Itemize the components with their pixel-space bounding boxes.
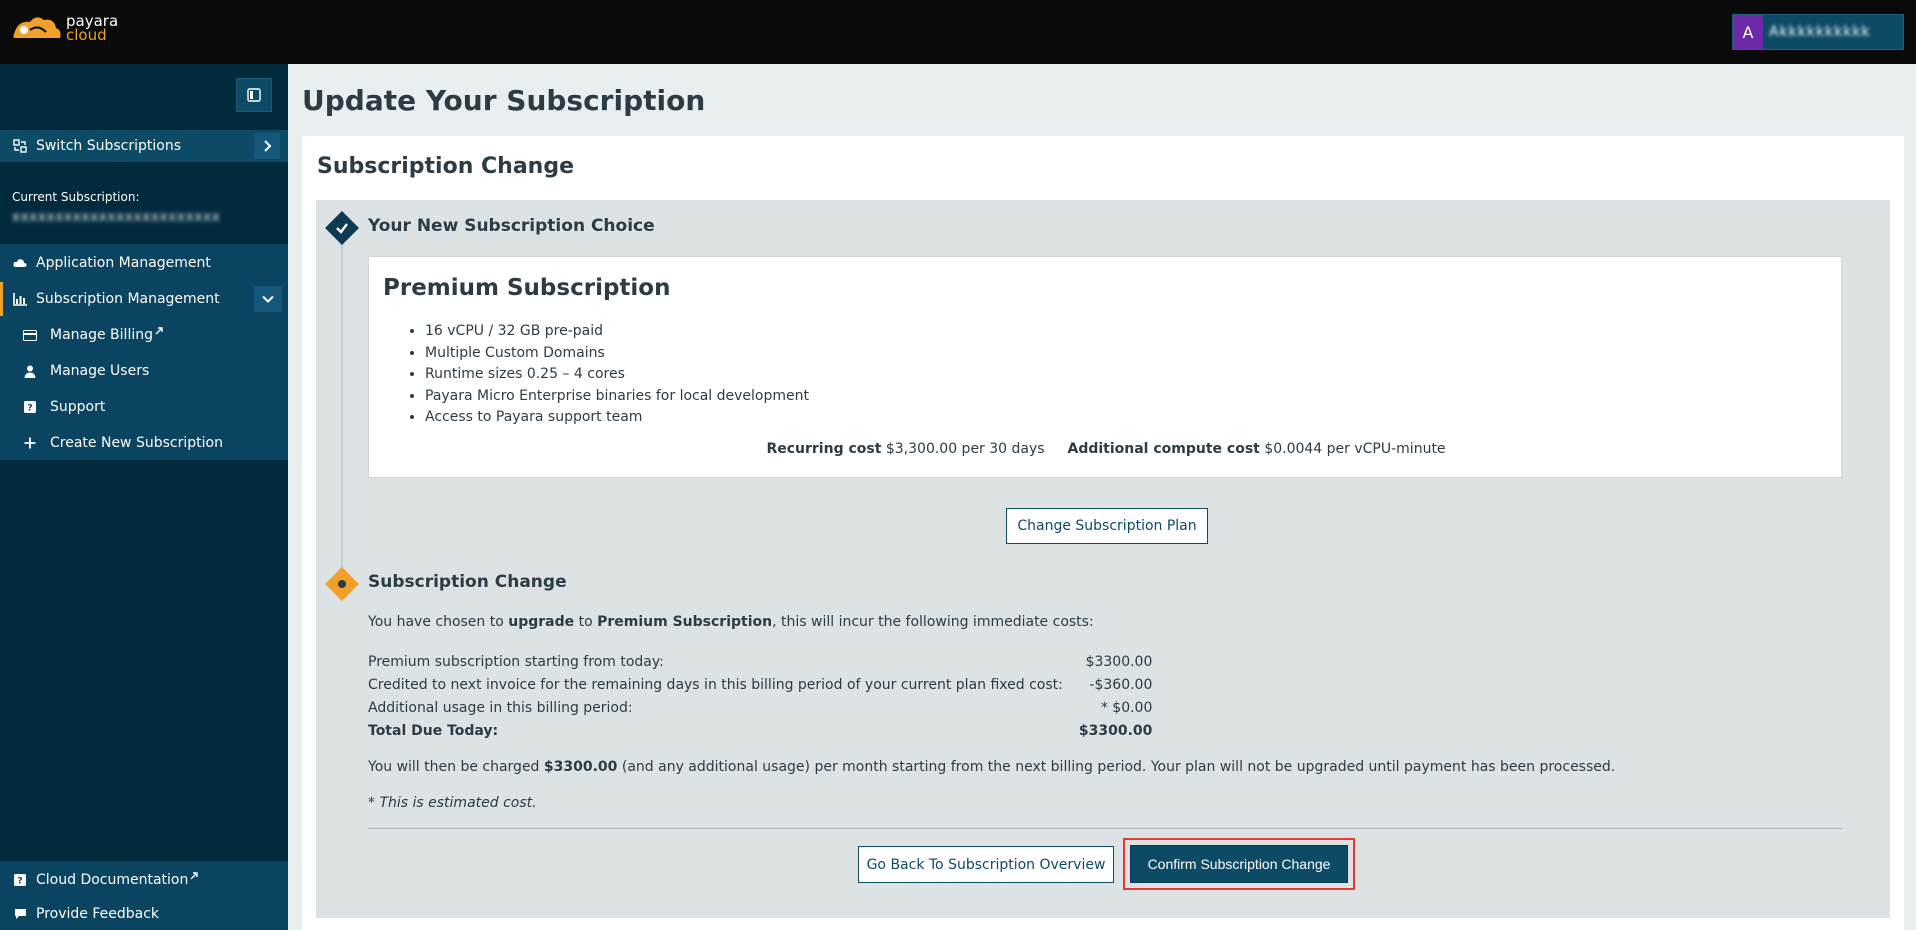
logo-text-cloud: cloud bbox=[66, 26, 107, 44]
estimated-cost-note: * This is estimated cost. bbox=[368, 795, 537, 811]
chosen-plan-text: You have chosen to upgrade to Premium Su… bbox=[368, 614, 1094, 630]
sidebar-nav: Application Management Subscription Mana… bbox=[0, 244, 288, 460]
sidebar-item-label: Application Management bbox=[36, 255, 211, 271]
step-current-icon bbox=[325, 567, 359, 601]
future-charge-text: You will then be charged $3300.00 (and a… bbox=[368, 759, 1615, 775]
sidebar-item-provide-feedback[interactable]: Provide Feedback bbox=[0, 897, 288, 930]
sidebar-item-application-management[interactable]: Application Management bbox=[0, 246, 288, 280]
charged-amount: $3300.00 bbox=[543, 759, 618, 775]
total-due-amount: $3300.00 bbox=[1078, 722, 1153, 739]
sidebar-item-cloud-documentation[interactable]: ? Cloud Documentation bbox=[0, 863, 288, 897]
step-title-subscription-change: Subscription Change bbox=[368, 572, 567, 592]
svg-text:?: ? bbox=[27, 404, 32, 414]
plan-details-box: Premium Subscription 16 vCPU / 32 GB pre… bbox=[368, 256, 1842, 478]
sidebar-item-label: Create New Subscription bbox=[50, 435, 223, 451]
chevron-down-icon[interactable] bbox=[254, 286, 282, 312]
chosen-plan-name: Premium Subscription bbox=[597, 614, 773, 630]
cost-row-label: Credited to next invoice for the remaini… bbox=[368, 676, 1063, 693]
recurring-cost-value: $3,300.00 per 30 days bbox=[885, 441, 1045, 457]
table-row: Credited to next invoice for the remaini… bbox=[368, 673, 1152, 696]
plan-feature: Access to Payara support team bbox=[425, 407, 809, 429]
switch-subscriptions[interactable]: Switch Subscriptions bbox=[0, 130, 288, 162]
bar-chart-icon bbox=[12, 291, 28, 307]
sidebar-item-label: Cloud Documentation bbox=[36, 872, 189, 888]
external-link-icon bbox=[155, 323, 163, 339]
table-row: Additional usage in this billing period:… bbox=[368, 696, 1152, 719]
payara-fish-logo-icon bbox=[10, 10, 64, 46]
step-title-new-choice: Your New Subscription Choice bbox=[368, 216, 655, 236]
confirm-highlight-frame: Confirm Subscription Change bbox=[1123, 838, 1355, 890]
page-title: Update Your Subscription bbox=[302, 84, 706, 117]
table-row: Premium subscription starting from today… bbox=[368, 650, 1152, 673]
cloud-icon bbox=[12, 255, 28, 271]
total-due-label: Total Due Today: bbox=[368, 722, 499, 739]
chosen-text-pre: You have chosen to bbox=[368, 614, 509, 630]
sidebar-item-label: Subscription Management bbox=[36, 291, 220, 307]
sidebar-item-label: Support bbox=[50, 399, 106, 415]
step-complete-icon bbox=[325, 211, 359, 245]
plan-feature: Payara Micro Enterprise binaries for loc… bbox=[425, 386, 809, 408]
sidebar-item-manage-billing[interactable]: Manage Billing bbox=[0, 318, 288, 352]
compute-cost-value: $0.0044 per vCPU-minute bbox=[1264, 441, 1446, 457]
sidebar-toggle-icon bbox=[247, 88, 261, 102]
compute-cost-label: Additional compute cost bbox=[1067, 441, 1260, 457]
chosen-text-mid: to bbox=[574, 614, 598, 630]
user-name-redacted: Akkkkkkkkkk bbox=[1769, 24, 1871, 40]
table-row: Total Due Today: $3300.00 bbox=[368, 719, 1152, 742]
sidebar-footer: ? Cloud Documentation Provide Feedback bbox=[0, 861, 288, 930]
go-back-button[interactable]: Go Back To Subscription Overview bbox=[858, 846, 1114, 883]
cost-row-label: Premium subscription starting from today… bbox=[368, 653, 664, 670]
recurring-cost-label: Recurring cost bbox=[766, 441, 882, 457]
current-subscription-value: xxxxxxxxxxxxxxxxxxxxxxxx bbox=[12, 210, 221, 225]
switch-icon bbox=[12, 138, 28, 154]
top-bar: payara cloud A Akkkkkkkkkk bbox=[0, 0, 1916, 64]
sidebar: Switch Subscriptions Current Subscriptio… bbox=[0, 64, 288, 930]
plus-icon bbox=[22, 435, 38, 451]
divider bbox=[368, 828, 1842, 829]
sidebar-item-create-new-subscription[interactable]: Create New Subscription bbox=[0, 426, 288, 460]
cost-row-amount: -$360.00 bbox=[1089, 676, 1153, 693]
sidebar-item-manage-users[interactable]: Manage Users bbox=[0, 354, 288, 388]
confirm-subscription-change-button[interactable]: Confirm Subscription Change bbox=[1130, 845, 1348, 883]
sidebar-collapse-button[interactable] bbox=[236, 78, 272, 112]
plan-features-list: 16 vCPU / 32 GB pre-paid Multiple Custom… bbox=[425, 321, 809, 429]
current-subscription-label: Current Subscription: bbox=[12, 190, 140, 204]
cost-row-label: Additional usage in this billing period: bbox=[368, 699, 633, 716]
charged-text-post: (and any additional usage) per month sta… bbox=[617, 759, 1616, 775]
plan-feature: 16 vCPU / 32 GB pre-paid bbox=[425, 321, 809, 343]
subscription-change-card: Subscription Change Your New Subscriptio… bbox=[302, 136, 1904, 930]
user-avatar: A bbox=[1733, 15, 1763, 49]
plan-cost-line: Recurring cost $3,300.00 per 30 days Add… bbox=[369, 441, 1843, 457]
plan-feature: Multiple Custom Domains bbox=[425, 343, 809, 365]
plan-name: Premium Subscription bbox=[383, 275, 671, 301]
user-icon bbox=[22, 363, 38, 379]
question-icon: ? bbox=[22, 399, 38, 415]
switch-subscriptions-label: Switch Subscriptions bbox=[36, 138, 182, 154]
sidebar-item-subscription-management[interactable]: Subscription Management bbox=[0, 282, 288, 316]
cost-row-amount: $3300.00 bbox=[1085, 653, 1153, 670]
chosen-text-post: , this will incur the following immediat… bbox=[772, 614, 1094, 630]
plan-feature: Runtime sizes 0.25 – 4 cores bbox=[425, 364, 809, 386]
credit-card-icon bbox=[22, 327, 38, 343]
charged-text-pre: You will then be charged bbox=[368, 759, 544, 775]
svg-text:?: ? bbox=[17, 877, 22, 887]
chevron-right-icon[interactable] bbox=[254, 133, 280, 159]
sidebar-item-label: Provide Feedback bbox=[36, 906, 160, 922]
chosen-action: upgrade bbox=[508, 614, 575, 630]
comment-icon bbox=[12, 906, 28, 922]
card-title: Subscription Change bbox=[317, 154, 575, 179]
subscription-steps-panel: Your New Subscription Choice Premium Sub… bbox=[316, 200, 1890, 918]
question-icon: ? bbox=[12, 872, 28, 888]
user-menu[interactable]: A Akkkkkkkkkk bbox=[1732, 14, 1904, 50]
timeline-line bbox=[341, 230, 343, 590]
sidebar-item-label: Manage Users bbox=[50, 363, 150, 379]
change-subscription-plan-button[interactable]: Change Subscription Plan bbox=[1006, 508, 1208, 544]
sidebar-item-label: Manage Billing bbox=[50, 327, 153, 343]
payara-cloud-logo[interactable]: payara cloud bbox=[10, 10, 118, 46]
sidebar-item-support[interactable]: ? Support bbox=[0, 390, 288, 424]
cost-row-amount: * $0.00 bbox=[1100, 699, 1153, 716]
external-link-icon bbox=[190, 868, 199, 884]
cost-breakdown-table: Premium subscription starting from today… bbox=[368, 650, 1152, 742]
